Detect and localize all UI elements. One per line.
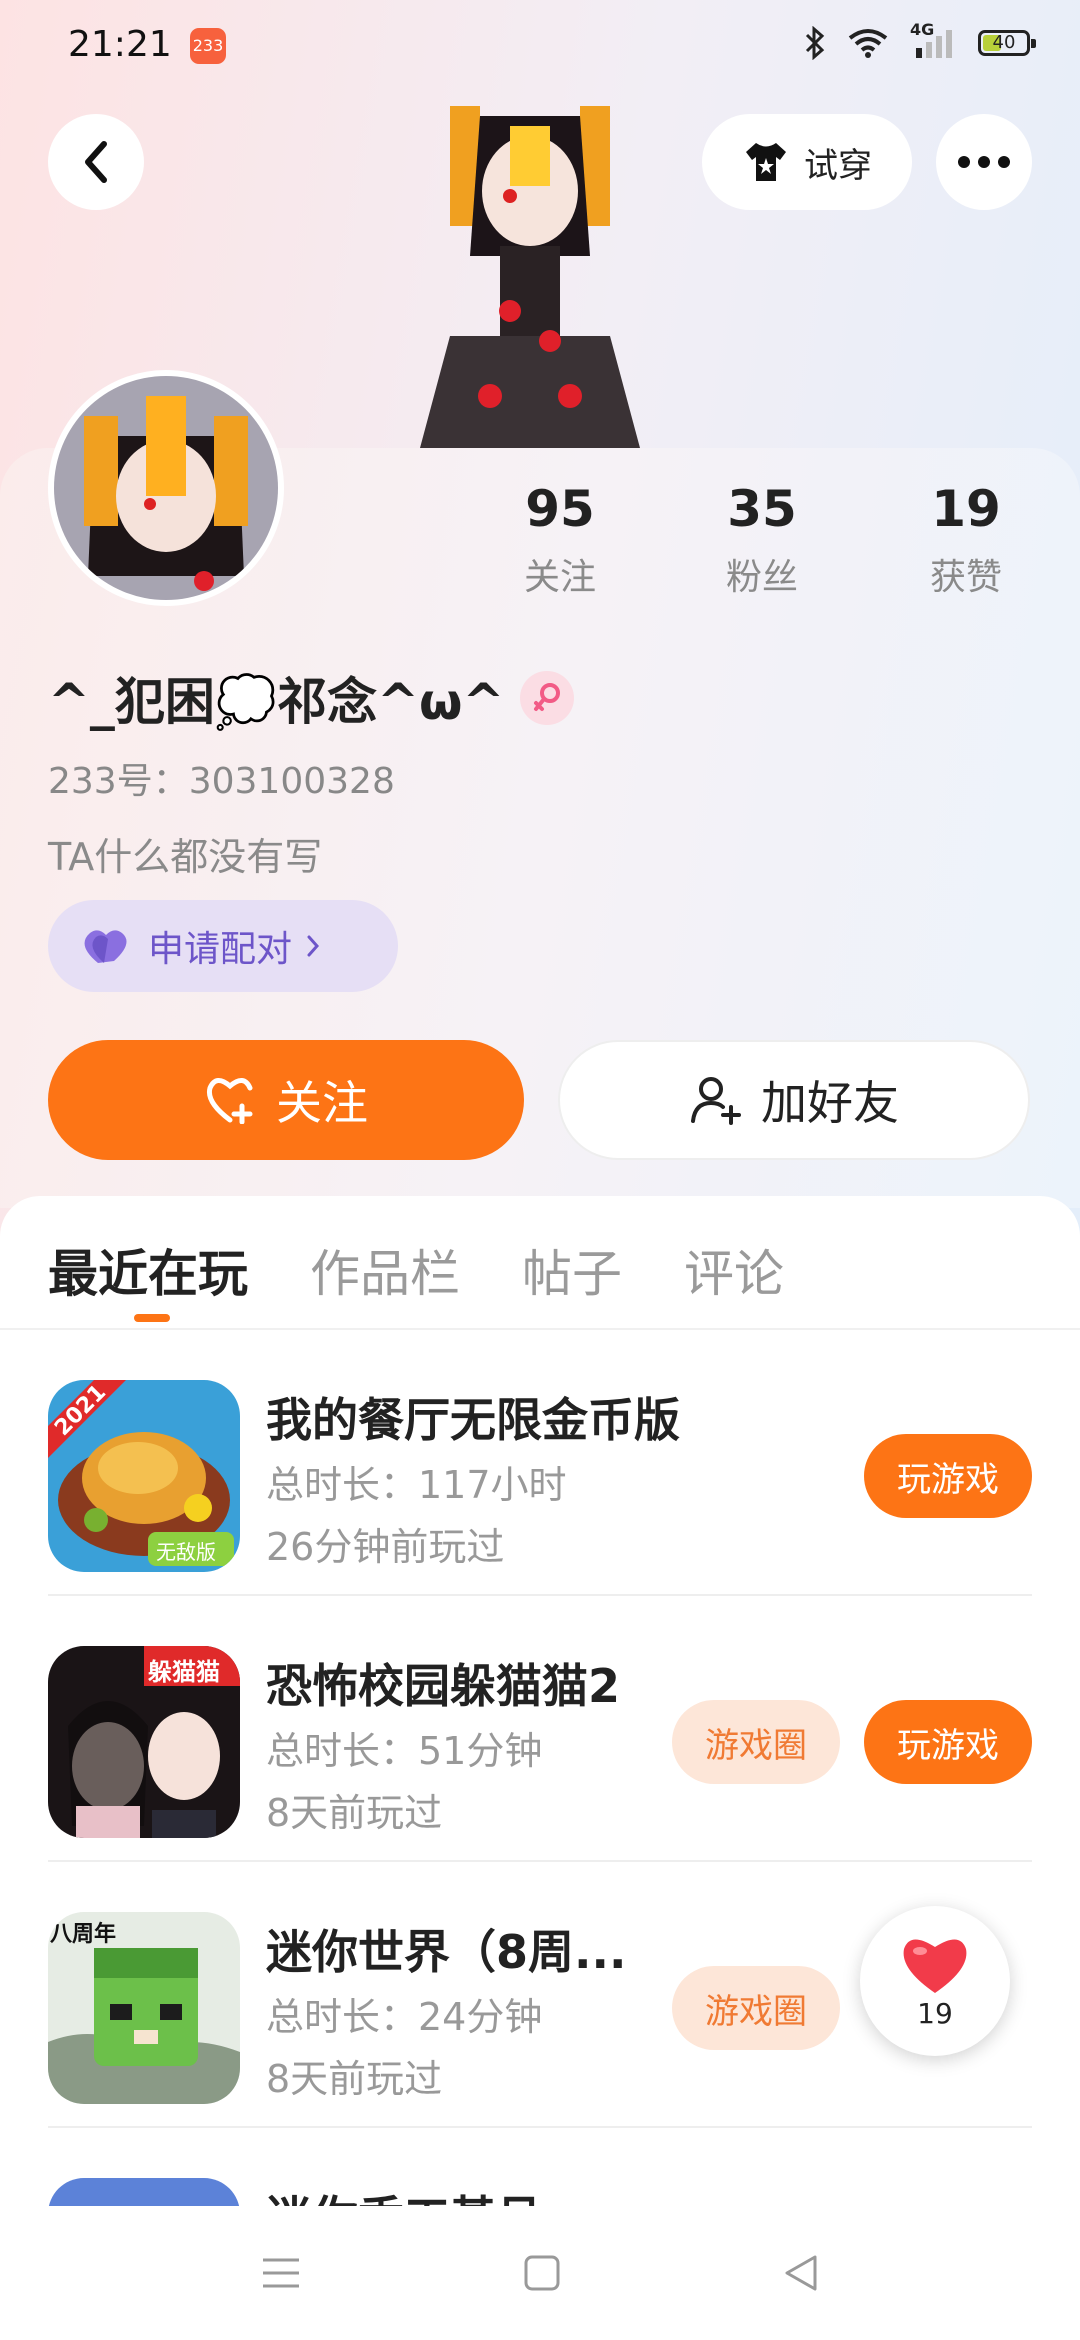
add-friend-label: 加好友	[761, 1076, 899, 1130]
tab-bar: 最近在玩 作品栏 帖子 评论	[48, 1234, 784, 1306]
game-title: 迷你世界（8周...	[266, 1925, 627, 1979]
game-last-played: 26分钟前玩过	[266, 1525, 505, 1569]
game-row[interactable]: 迷你香工基吕	[48, 2128, 1032, 2206]
game-title: 我的餐厅无限金币版	[266, 1393, 680, 1447]
app-notification-icon: 233	[190, 28, 226, 64]
avatar-image	[54, 376, 278, 600]
apply-pair-button[interactable]: 申请配对	[48, 900, 398, 992]
wifi-icon	[848, 29, 888, 58]
chevron-right-icon	[307, 935, 320, 957]
play-game-button[interactable]: 玩游戏	[864, 1700, 1032, 1784]
game-title: 恐怖校园躲猫猫2	[266, 1659, 621, 1713]
stat-likes[interactable]: 19 获赞	[866, 480, 1066, 600]
back-triangle-icon[interactable]	[783, 2254, 819, 2292]
game-total-time: 总时长：51分钟	[266, 1729, 543, 1773]
partial-game-icon	[48, 2178, 240, 2206]
more-options-button[interactable]	[936, 114, 1032, 210]
game-circle-button[interactable]: 游戏圈	[672, 1700, 840, 1784]
more-dots-icon	[958, 156, 1010, 168]
back-button[interactable]	[48, 114, 144, 210]
follow-label: 关注	[276, 1076, 368, 1130]
game-row[interactable]: 2021 无敌版 我的餐厅无限金币版 总时长：117小时 26分钟前玩过 玩游戏	[48, 1330, 1032, 1596]
nickname: ^_犯困💭祁念^ω^	[48, 662, 575, 734]
stat-following[interactable]: 95 关注	[460, 480, 660, 600]
status-time: 21:21	[68, 24, 172, 65]
chevron-left-icon	[85, 141, 107, 183]
tab-works[interactable]: 作品栏	[310, 1234, 460, 1306]
purple-heart-icon	[84, 930, 127, 963]
add-friend-button[interactable]: 加好友	[558, 1040, 1030, 1160]
stat-fans[interactable]: 35 粉丝	[662, 480, 862, 600]
system-nav-bar	[0, 2206, 1080, 2340]
floating-like-button[interactable]: 19	[860, 1906, 1010, 2056]
tab-posts[interactable]: 帖子	[522, 1234, 622, 1306]
menu-icon[interactable]	[261, 2256, 301, 2290]
female-gender-icon	[520, 671, 575, 725]
anime-girls-game-icon: 躲猫猫	[48, 1646, 240, 1838]
battery-icon: 40	[978, 30, 1036, 56]
game-total-time: 总时长：117小时	[266, 1463, 567, 1507]
tab-comments[interactable]: 评论	[684, 1234, 784, 1306]
follow-button[interactable]: 关注	[48, 1040, 524, 1160]
game-circle-button[interactable]: 游戏圈	[672, 1966, 840, 2050]
likes-count: 19	[931, 480, 1001, 538]
icon-tag-badge: 八周年	[50, 1922, 117, 1947]
likes-label: 获赞	[929, 557, 1002, 598]
user-id: 233号：303100328	[48, 761, 395, 802]
icon-tag-badge: 无敌版	[156, 1540, 216, 1564]
game-row[interactable]: 躲猫猫 恐怖校园躲猫猫2 总时长：51分钟 8天前玩过 游戏圈 玩游戏	[48, 1596, 1032, 1862]
following-label: 关注	[523, 557, 596, 598]
nickname-text: ^_犯困💭祁念^ω^	[48, 673, 505, 731]
following-count: 95	[525, 480, 595, 538]
home-icon[interactable]	[523, 2254, 561, 2292]
fans-label: 粉丝	[725, 557, 798, 598]
apply-pair-label: 申请配对	[148, 929, 293, 970]
play-game-button[interactable]: 玩游戏	[864, 1434, 1032, 1518]
character-avatar-image	[420, 106, 640, 448]
add-user-icon	[691, 1077, 741, 1125]
roast-chicken-game-icon: 2021 无敌版	[48, 1380, 240, 1572]
heart-plus-icon	[206, 1078, 253, 1124]
tab-recent-playing[interactable]: 最近在玩	[48, 1234, 248, 1306]
system-icons: 4G 40	[804, 20, 1036, 60]
mini-world-game-icon: 八周年	[48, 1912, 240, 2104]
game-total-time: 总时长：24分钟	[266, 1995, 543, 2039]
fans-count: 35	[727, 480, 797, 538]
game-last-played: 8天前玩过	[266, 2057, 443, 2101]
bluetooth-icon	[805, 26, 825, 60]
try-on-button[interactable]: 试穿	[702, 114, 912, 210]
content-panel: 最近在玩 作品栏 帖子 评论 2021 无敌版 我的餐厅无限金币版 总时长：11…	[0, 1196, 1080, 2206]
battery-level: 40	[992, 32, 1016, 53]
tshirt-icon	[746, 143, 786, 181]
like-count: 19	[917, 1996, 953, 2030]
bio: TA什么都没有写	[48, 835, 323, 879]
avatar[interactable]	[48, 370, 284, 606]
cellular-signal-icon: 4G	[910, 20, 956, 60]
try-on-label: 试穿	[804, 145, 872, 186]
tab-indicator	[134, 1314, 170, 1322]
game-title: 迷你香工基吕	[266, 2182, 542, 2206]
red-heart-icon	[903, 1938, 967, 1993]
status-bar: 21:21 233 4G 40	[0, 0, 1080, 96]
game-last-played: 8天前玩过	[266, 1791, 443, 1835]
icon-tag-badge: 躲猫猫	[148, 1658, 220, 1686]
